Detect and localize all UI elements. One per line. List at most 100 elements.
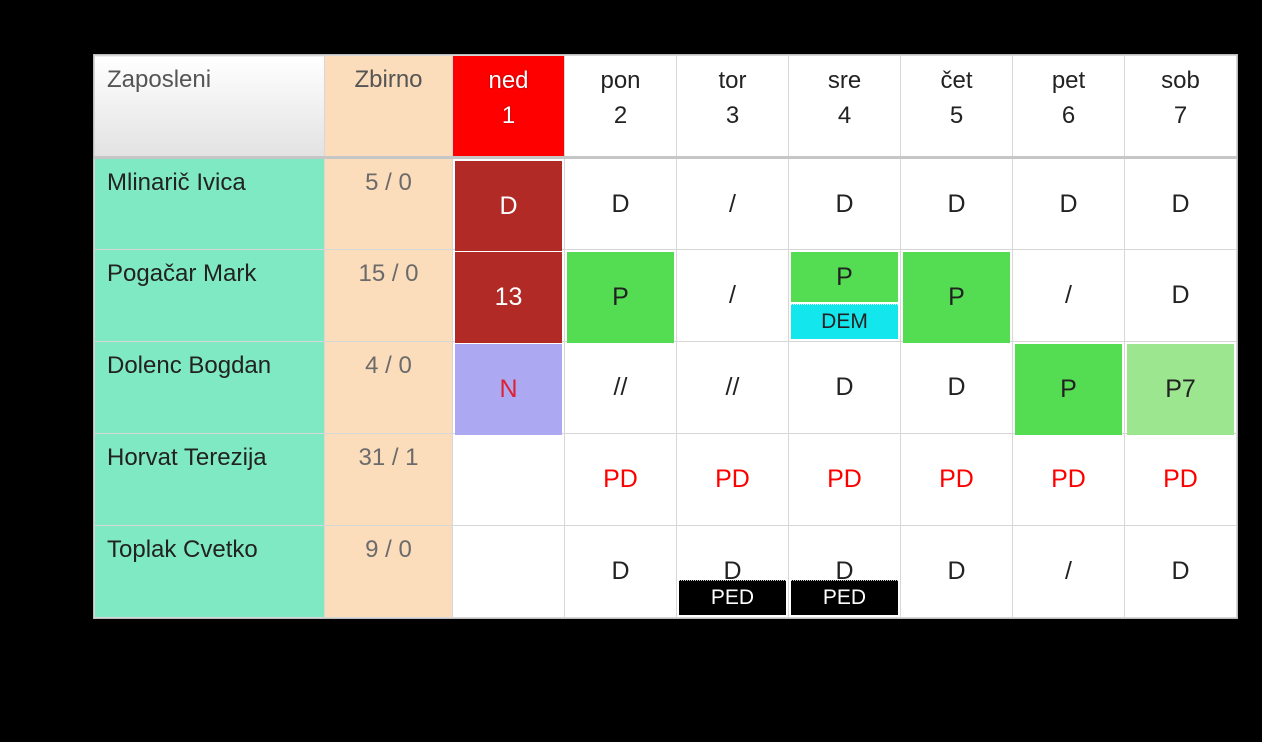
table-row: Pogačar Mark15 / 013P/PDEMP/D [95, 250, 1237, 342]
summary-value[interactable]: 31 / 1 [325, 434, 453, 526]
summary-value[interactable]: 15 / 0 [325, 250, 453, 342]
schedule-cell[interactable]: D [901, 526, 1013, 618]
cell-main: / [677, 250, 788, 341]
header-day-ned[interactable]: ned 1 [453, 56, 565, 158]
cell-sub: DEM [791, 304, 898, 339]
employee-name[interactable]: Toplak Cvetko [95, 526, 325, 618]
cell-main: D [789, 342, 900, 433]
schedule-cell[interactable]: PD [677, 434, 789, 526]
cell-main: PD [1125, 434, 1236, 525]
summary-value[interactable]: 5 / 0 [325, 158, 453, 250]
cell-main: / [677, 159, 788, 249]
employee-name[interactable]: Dolenc Bogdan [95, 342, 325, 434]
schedule-cell[interactable]: D [1125, 158, 1237, 250]
schedule-cell[interactable]: / [677, 250, 789, 342]
header-day-sre[interactable]: sre4 [789, 56, 901, 158]
cell-main: D [455, 161, 562, 251]
schedule-cell[interactable] [453, 526, 565, 618]
cell-main: D [1125, 526, 1236, 617]
cell-main: PD [1013, 434, 1124, 525]
cell-sub: PED [679, 580, 786, 615]
cell-main: P [567, 252, 674, 343]
schedule-cell[interactable]: P [1013, 342, 1125, 434]
cell-main [453, 526, 564, 617]
cell-main: // [565, 342, 676, 433]
summary-value[interactable]: 4 / 0 [325, 342, 453, 434]
schedule-cell[interactable]: DPED [789, 526, 901, 618]
header-summary[interactable]: Zbirno [325, 56, 453, 158]
schedule-cell[interactable]: D [1013, 158, 1125, 250]
cell-main: P [1015, 344, 1122, 435]
schedule-cell[interactable]: PD [1013, 434, 1125, 526]
day-number: 5 [901, 99, 1012, 134]
schedule-cell[interactable]: D [789, 158, 901, 250]
schedule-grid: Zaposleni Zbirno ned1pon2tor3sre4čet5pet… [94, 55, 1237, 618]
day-number: 1 [453, 99, 564, 134]
schedule-cell[interactable]: N [453, 342, 565, 434]
schedule-cell[interactable]: PD [901, 434, 1013, 526]
employee-name[interactable]: Horvat Terezija [95, 434, 325, 526]
schedule-cell[interactable]: D [1125, 526, 1237, 618]
cell-main: D [901, 159, 1012, 249]
table-row: Horvat Terezija31 / 1PDPDPDPDPDPD [95, 434, 1237, 526]
schedule-cell[interactable]: // [677, 342, 789, 434]
cell-main: / [1013, 250, 1124, 341]
schedule-cell[interactable]: DPED [677, 526, 789, 618]
schedule-cell[interactable]: D [565, 526, 677, 618]
table-row: Toplak Cvetko9 / 0DDPEDDPEDD/D [95, 526, 1237, 618]
header-row: Zaposleni Zbirno ned1pon2tor3sre4čet5pet… [95, 56, 1237, 158]
cell-main: PD [789, 434, 900, 525]
employee-name[interactable]: Pogačar Mark [95, 250, 325, 342]
header-day-pet[interactable]: pet6 [1013, 56, 1125, 158]
day-name: čet [940, 67, 972, 94]
schedule-cell[interactable]: D [1125, 250, 1237, 342]
schedule-cell[interactable]: D [453, 158, 565, 250]
cell-main: D [901, 342, 1012, 433]
schedule-cell[interactable]: // [565, 342, 677, 434]
day-number: 3 [677, 99, 788, 134]
schedule-cell[interactable]: PD [1125, 434, 1237, 526]
day-name: ned [488, 67, 528, 94]
schedule-cell[interactable]: 13 [453, 250, 565, 342]
cell-main: D [1125, 159, 1236, 249]
schedule-cell[interactable]: / [1013, 250, 1125, 342]
header-day-pon[interactable]: pon 2 [565, 56, 677, 158]
schedule-cell[interactable]: P7 [1125, 342, 1237, 434]
cell-main: N [455, 344, 562, 435]
cell-main: D [565, 159, 676, 249]
day-name: sob [1161, 67, 1200, 94]
header-day-sob[interactable]: sob 7 [1125, 56, 1237, 158]
day-name: tor [718, 67, 746, 94]
cell-main: D [1125, 250, 1236, 341]
schedule-cell[interactable]: PDEM [789, 250, 901, 342]
cell-main: // [677, 342, 788, 433]
schedule-cell[interactable]: P [565, 250, 677, 342]
schedule-cell[interactable]: D [789, 342, 901, 434]
summary-value[interactable]: 9 / 0 [325, 526, 453, 618]
cell-main: P [903, 252, 1010, 343]
cell-main: D [901, 526, 1012, 617]
schedule-cell[interactable]: P [901, 250, 1013, 342]
schedule-cell[interactable]: PD [565, 434, 677, 526]
schedule-cell[interactable] [453, 434, 565, 526]
cell-main: D [789, 159, 900, 249]
day-name: sre [828, 67, 861, 94]
header-employees[interactable]: Zaposleni [95, 56, 325, 158]
cell-main: PD [565, 434, 676, 525]
schedule-cell[interactable]: PD [789, 434, 901, 526]
header-day-čet[interactable]: čet 5 [901, 56, 1013, 158]
schedule-cell[interactable]: D [565, 158, 677, 250]
cell-main [453, 434, 564, 525]
schedule-body: Mlinarič Ivica5 / 0DD/DDDDPogačar Mark15… [95, 158, 1237, 618]
schedule-cell[interactable]: / [677, 158, 789, 250]
day-name: pon [600, 67, 640, 94]
schedule-cell[interactable]: D [901, 342, 1013, 434]
cell-main: P7 [1127, 344, 1234, 435]
employee-name[interactable]: Mlinarič Ivica [95, 158, 325, 250]
day-number: 2 [565, 99, 676, 134]
schedule-cell[interactable]: D [901, 158, 1013, 250]
header-day-tor[interactable]: tor 3 [677, 56, 789, 158]
day-number: 7 [1125, 99, 1236, 134]
schedule-cell[interactable]: / [1013, 526, 1125, 618]
day-name: pet [1052, 67, 1085, 94]
